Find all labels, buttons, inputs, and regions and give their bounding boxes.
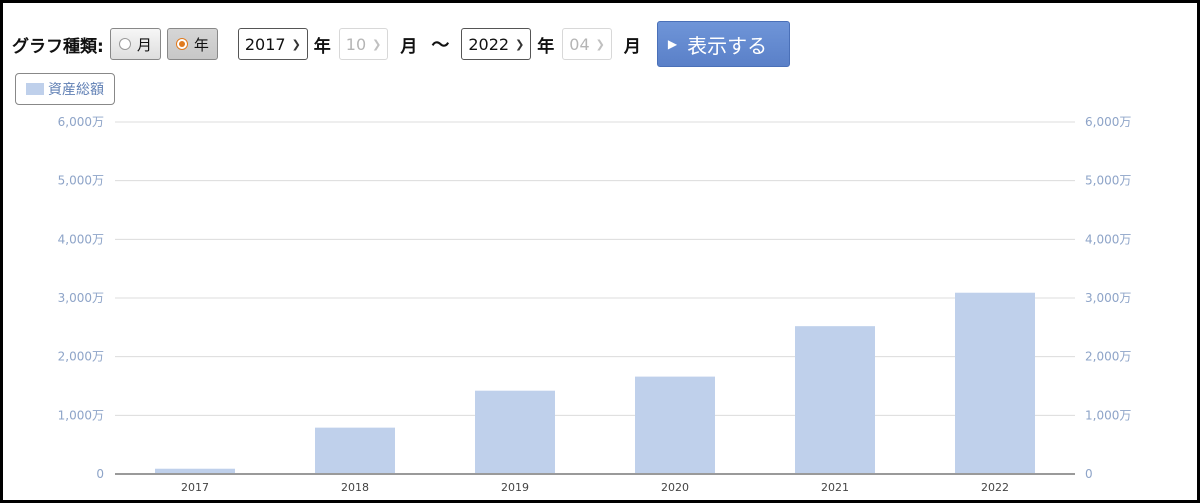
y-tick-label-left: 6,000万 bbox=[58, 115, 104, 129]
bar bbox=[635, 376, 715, 474]
y-tick-label-left: 3,000万 bbox=[58, 291, 104, 305]
y-tick-label-right: 1,000万 bbox=[1085, 408, 1131, 422]
y-tick-label-left: 0 bbox=[96, 467, 104, 481]
y-tick-label-right: 5,000万 bbox=[1085, 174, 1131, 188]
bar bbox=[795, 326, 875, 474]
bar bbox=[315, 427, 395, 474]
y-tick-label-left: 4,000万 bbox=[58, 232, 104, 246]
y-tick-label-left: 5,000万 bbox=[58, 174, 104, 188]
x-tick-label: 2022 bbox=[981, 481, 1009, 494]
x-tick-label: 2020 bbox=[661, 481, 689, 494]
y-tick-label-right: 4,000万 bbox=[1085, 232, 1131, 246]
bar-chart: 0 0 1,000万 1,000万 2,000万 2,000万 3,000万 3,000万 4,… bbox=[58, 115, 1132, 494]
x-tick-label: 2018 bbox=[341, 481, 369, 494]
y-tick-label-right: 3,000万 bbox=[1085, 291, 1131, 305]
x-tick-label: 2017 bbox=[181, 481, 209, 494]
bar bbox=[475, 390, 555, 474]
y-tick-label-right: 0 bbox=[1085, 467, 1093, 481]
x-tick-label: 2021 bbox=[821, 481, 849, 494]
y-tick-label-right: 6,000万 bbox=[1085, 115, 1131, 129]
y-tick-label-left: 2,000万 bbox=[58, 350, 104, 364]
y-tick-label-right: 2,000万 bbox=[1085, 350, 1131, 364]
bar bbox=[955, 292, 1035, 474]
x-tick-label: 2019 bbox=[501, 481, 529, 494]
y-tick-label-left: 1,000万 bbox=[58, 408, 104, 422]
